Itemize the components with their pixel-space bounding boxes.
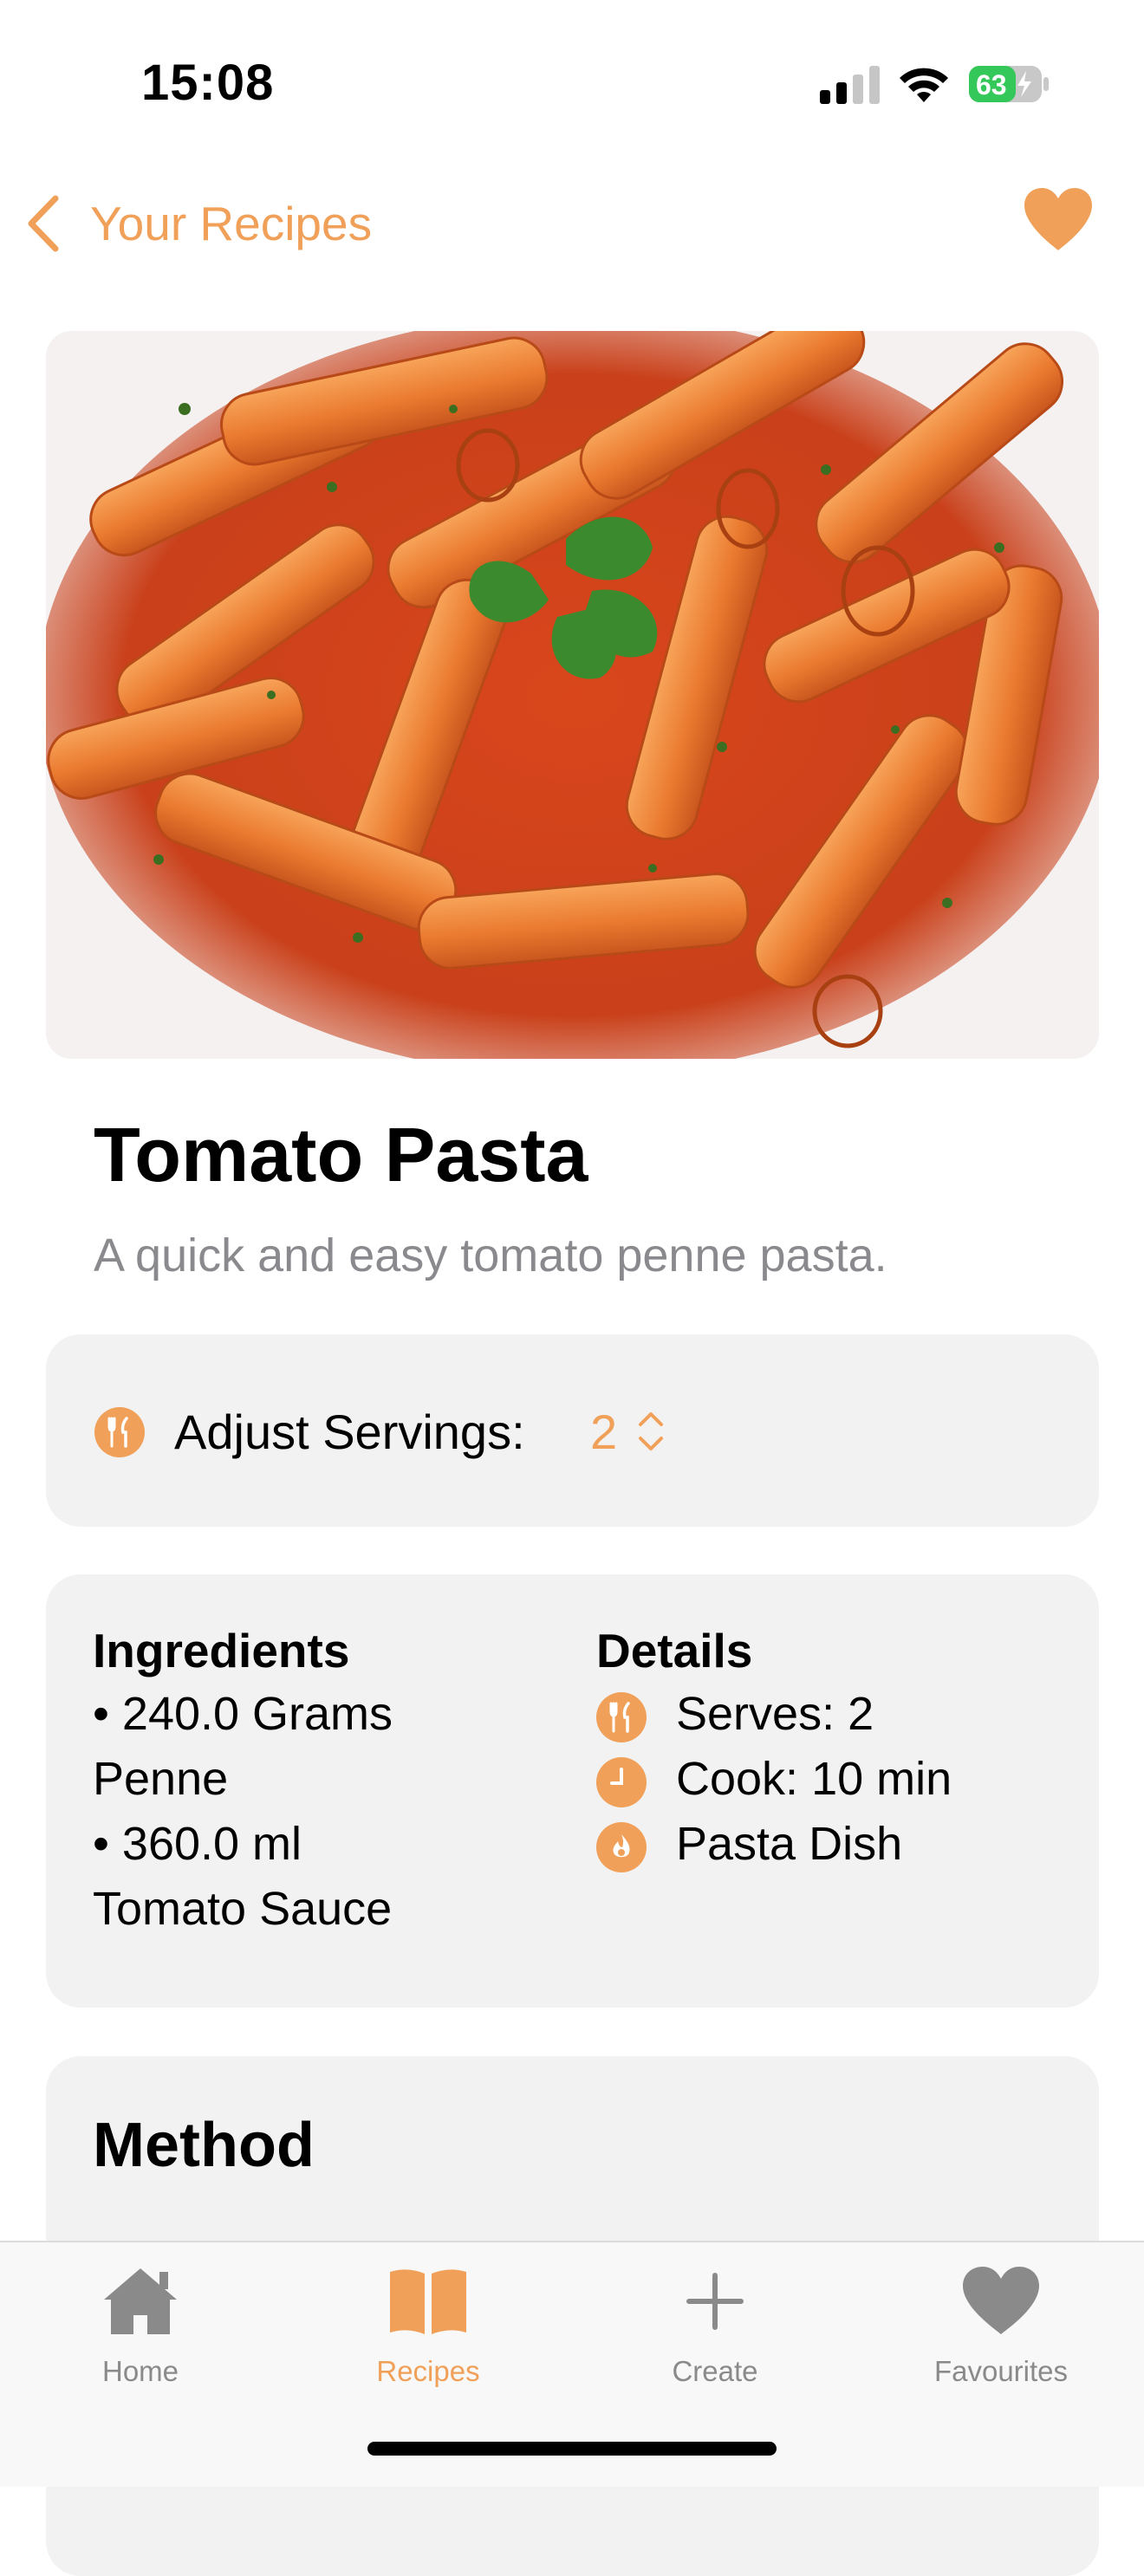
fork-knife-icon [94, 1407, 145, 1457]
ingredient-line: Tomato Sauce [93, 1883, 393, 1935]
house-icon [104, 2268, 177, 2334]
heart-icon [963, 2267, 1039, 2334]
pasta-photo [46, 331, 1099, 1059]
recipe-description: A quick and easy tomato penne pasta. [94, 1230, 887, 1282]
servings-label: Adjust Servings: [174, 1405, 525, 1459]
ingredient-line: Penne [93, 1753, 229, 1805]
detail-text: Serves: 2 [676, 1688, 874, 1740]
servings-value[interactable]: 2 [590, 1404, 617, 1460]
flame-icon [596, 1822, 647, 1872]
status-bar: 15:08 63 [0, 0, 1144, 165]
tab-label: Favourites [933, 2355, 1069, 2387]
fork-knife-icon [596, 1692, 647, 1742]
chevron-left-icon [28, 195, 59, 252]
recipe-title: Tomato Pasta [94, 1112, 588, 1197]
ingredient-line: • 360.0 ml [93, 1818, 302, 1870]
servings-card: Adjust Servings: 2 [46, 1334, 1099, 1527]
details-heading: Details [596, 1624, 753, 1677]
detail-text: Cook: 10 min [676, 1753, 952, 1805]
method-heading: Method [93, 2111, 315, 2180]
tab-recipes[interactable]: Recipes [324, 2265, 532, 2395]
ingredients-details-card: Ingredients • 240.0 Grams Penne • 360.0 … [46, 1574, 1099, 2008]
wifi-icon [900, 68, 948, 102]
tab-label: Create [672, 2355, 758, 2387]
tab-home[interactable]: Home [36, 2265, 244, 2395]
tab-label: Recipes [376, 2355, 480, 2387]
ingredients-heading: Ingredients [93, 1624, 350, 1677]
recipe-image [46, 331, 1099, 1059]
home-indicator[interactable] [367, 2442, 777, 2456]
tab-favourites[interactable]: Favourites [897, 2265, 1105, 2395]
clock-icon [596, 1757, 647, 1807]
ingredient-line: • 240.0 Grams [93, 1688, 393, 1740]
battery-icon: 63 [969, 66, 1049, 102]
chevron-up-down-icon[interactable] [634, 1404, 668, 1459]
tab-label: Home [101, 2355, 179, 2387]
status-time: 15:08 [141, 55, 275, 111]
detail-text: Pasta Dish [676, 1818, 903, 1870]
favourite-heart-icon[interactable] [1023, 186, 1094, 252]
back-button-label: Your Recipes [90, 197, 373, 250]
plus-icon [686, 2273, 744, 2330]
book-icon [390, 2269, 466, 2334]
tab-create[interactable]: Create [611, 2265, 819, 2395]
battery-percent: 63 [976, 69, 1007, 101]
back-button[interactable]: Your Recipes [23, 189, 372, 258]
cellular-signal-icon [820, 66, 880, 104]
